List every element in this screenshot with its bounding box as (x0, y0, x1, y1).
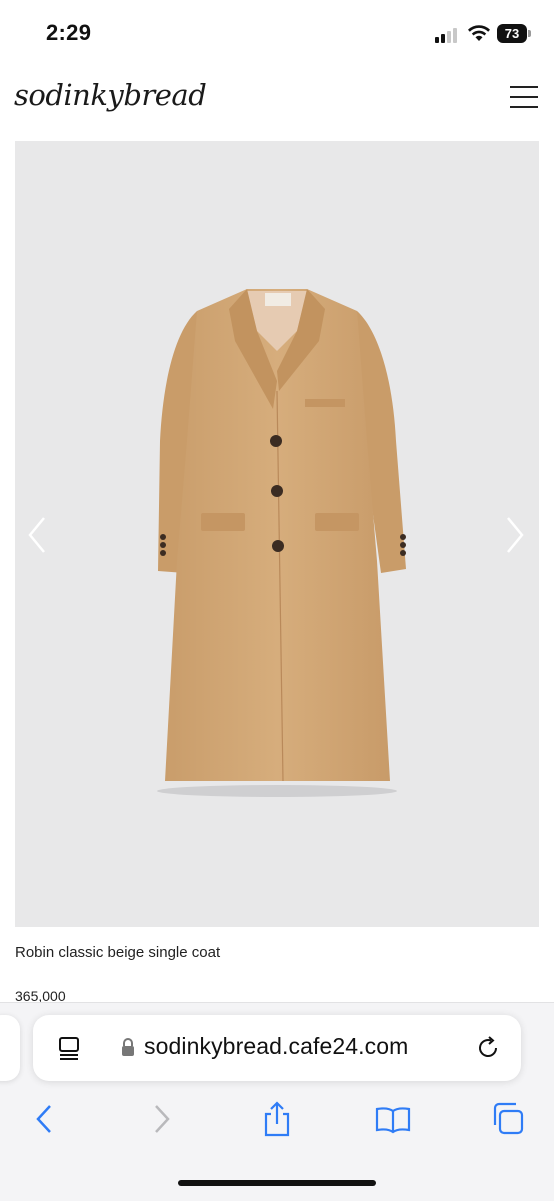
chevron-left-icon[interactable] (24, 515, 52, 555)
browser-bar: sodinkybread.cafe24.com (0, 1002, 554, 1201)
browser-toolbar (0, 1099, 554, 1143)
bookmarks-icon[interactable] (373, 1099, 413, 1139)
reload-icon[interactable] (476, 1035, 502, 1061)
back-arrow-icon[interactable] (24, 1099, 64, 1139)
cellular-signal-icon (435, 27, 461, 43)
forward-arrow-icon[interactable] (142, 1099, 182, 1139)
site-logo[interactable]: sodinkybread (14, 78, 207, 112)
url-text[interactable]: sodinkybread.cafe24.com (144, 1033, 408, 1060)
coat-image (157, 289, 406, 797)
wifi-icon (467, 23, 491, 43)
product-image-carousel[interactable] (15, 141, 539, 927)
previous-tab-peek[interactable] (0, 1015, 20, 1081)
tabs-icon[interactable] (490, 1099, 530, 1139)
status-bar: 2:29 73 (0, 0, 554, 68)
product-name[interactable]: Robin classic beige single coat (15, 944, 220, 961)
site-header: sodinkybread (0, 72, 554, 132)
lock-icon (121, 1038, 135, 1057)
share-icon[interactable] (257, 1099, 297, 1139)
reader-mode-icon[interactable] (57, 1035, 83, 1061)
home-indicator[interactable] (178, 1180, 376, 1186)
address-bar[interactable]: sodinkybread.cafe24.com (33, 1015, 521, 1081)
battery-icon: 73 (497, 24, 531, 43)
chevron-right-icon[interactable] (500, 515, 528, 555)
hamburger-menu-icon[interactable] (510, 86, 538, 108)
status-time: 2:29 (46, 20, 92, 45)
battery-level: 73 (497, 24, 527, 43)
